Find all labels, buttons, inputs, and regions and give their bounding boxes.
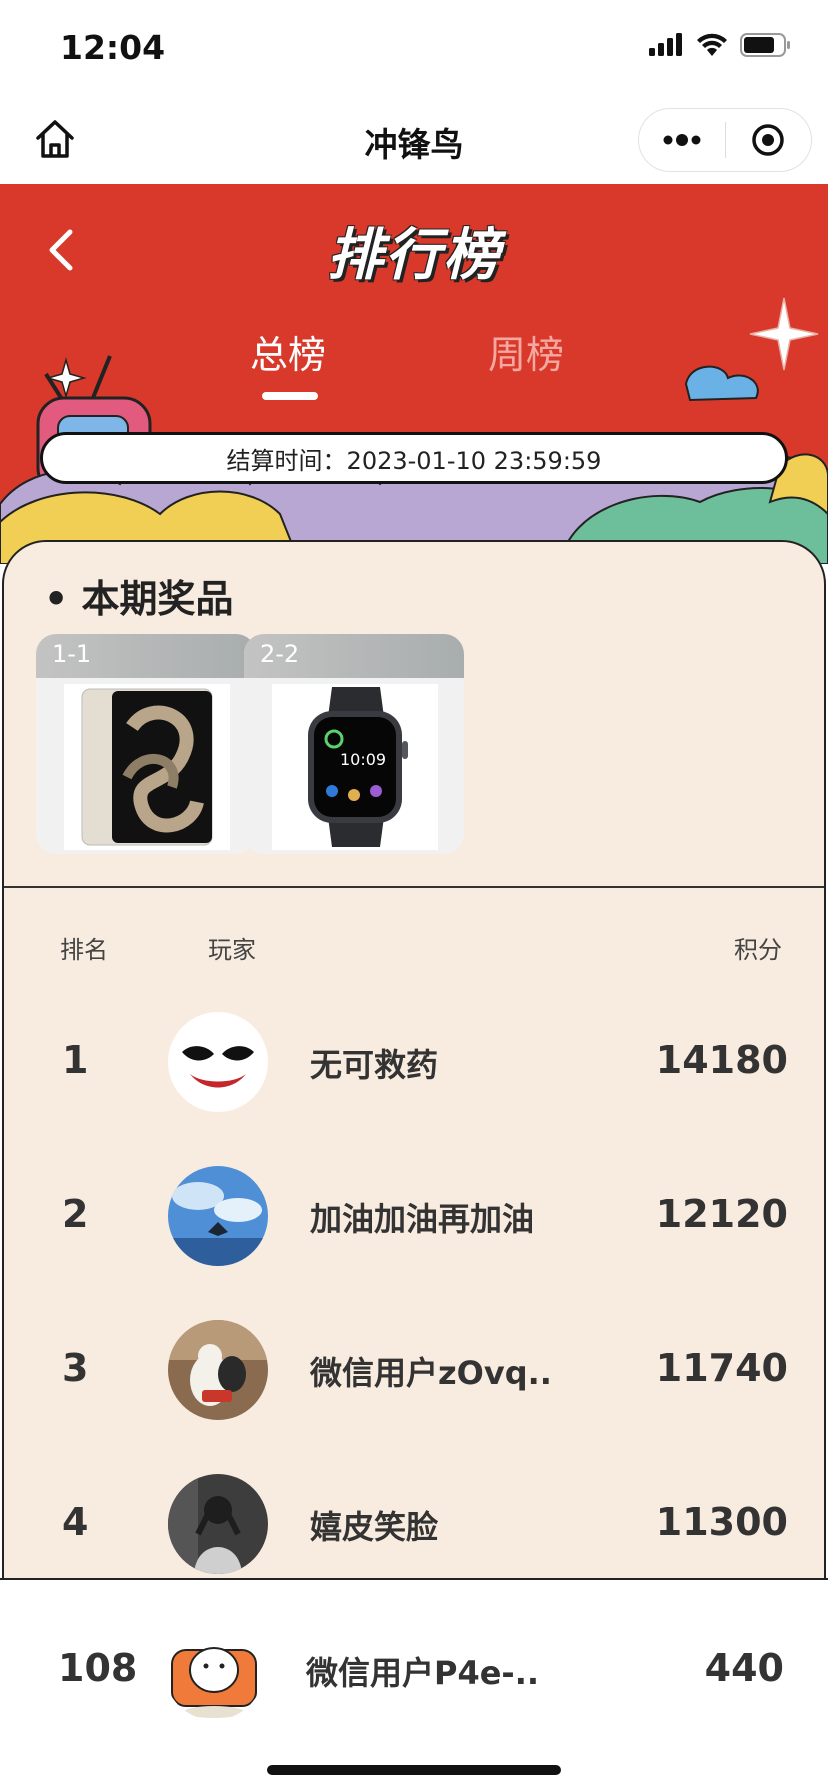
sparkle-icon <box>45 357 87 399</box>
player-score: 12120 <box>655 1192 788 1236</box>
player-score: 14180 <box>655 1038 788 1082</box>
wifi-icon <box>697 33 727 56</box>
more-dots-icon <box>663 134 701 146</box>
avatar <box>168 1166 268 1266</box>
tab-weekly[interactable]: 周榜 <box>488 324 564 379</box>
more-button[interactable] <box>639 108 725 172</box>
settlement-time: 结算时间：2023-01-10 23:59:59 <box>40 432 788 484</box>
status-bar: 12:04 <box>0 0 828 96</box>
prize-rank-label: 1-1 <box>52 640 92 668</box>
capsule-menu <box>638 108 812 172</box>
avatar-toy-image <box>168 1320 268 1420</box>
my-player-name: 微信用户P4e-.. <box>306 1654 540 1692</box>
column-header-player: 玩家 <box>208 936 256 964</box>
cellular-signal-icon <box>649 33 682 56</box>
target-close-icon <box>752 124 784 156</box>
rank-number: 4 <box>62 1500 89 1544</box>
player-name: 无可救药 <box>310 1046 439 1084</box>
rank-number: 1 <box>62 1038 89 1082</box>
my-score: 440 <box>704 1646 784 1690</box>
player-score: 11300 <box>655 1500 788 1544</box>
tab-total[interactable]: 总榜 <box>250 324 326 379</box>
prize-rank-label: 2-2 <box>260 640 300 668</box>
leaderboard-row[interactable]: 4 嬉皮笑脸 11300 <box>4 1468 824 1578</box>
prize-card-header: 2-2 <box>244 634 464 678</box>
close-mini-program-button[interactable] <box>726 108 812 172</box>
avatar-sky-image <box>168 1166 268 1266</box>
column-header-score: 积分 <box>734 936 782 964</box>
my-rank-number: 108 <box>58 1646 138 1690</box>
column-header-rank: 排名 <box>60 936 108 964</box>
tablet-icon <box>81 688 213 846</box>
status-icons <box>648 32 792 58</box>
leaderboard-row[interactable]: 1 无可救药 14180 <box>4 1006 824 1116</box>
status-time: 12:04 <box>60 28 166 67</box>
svg-text:10:09: 10:09 <box>340 750 386 769</box>
home-indicator <box>267 1765 561 1775</box>
battery-icon <box>740 33 790 57</box>
prize-card[interactable]: 1-1 <box>36 634 256 854</box>
leaderboard-row[interactable]: 2 加油加油再加油 12120 <box>4 1160 824 1270</box>
my-ranking-row[interactable]: 108 微信用户P4e-.. 440 <box>0 1578 828 1792</box>
avatar-person-image <box>168 1474 268 1574</box>
prize-card[interactable]: 2-2 10:09 <box>244 634 464 854</box>
sparkle-icon <box>749 297 819 371</box>
mini-program-nav-bar: 冲锋鸟 <box>0 96 828 184</box>
player-name: 嬉皮笑脸 <box>310 1508 439 1546</box>
avatar-joker-image <box>168 1012 268 1112</box>
prize-image <box>64 684 230 850</box>
leaderboard-title: 排行榜 <box>327 223 501 288</box>
leaderboard-row[interactable]: 3 微信用户zOvq.. 11740 <box>4 1314 824 1424</box>
prize-image: 10:09 <box>272 684 438 850</box>
avatar <box>168 1474 268 1574</box>
player-score: 11740 <box>655 1346 788 1390</box>
leaderboard-header: 排行榜 总榜 周榜 结算时间：2023-01-10 23:59:59 <box>0 184 828 564</box>
active-tab-indicator <box>262 392 318 400</box>
rank-number: 2 <box>62 1192 89 1236</box>
prizes-heading: • 本期奖品 <box>44 577 234 621</box>
leaderboard-panel: • 本期奖品 1-1 2-2 10:09 排名 玩家 积分 1 无可救药 141… <box>2 540 826 1580</box>
smartwatch-icon: 10:09 <box>308 687 408 847</box>
avatar <box>168 1320 268 1420</box>
my-avatar <box>164 1620 264 1720</box>
avatar <box>168 1012 268 1112</box>
section-divider <box>4 886 824 888</box>
player-name: 微信用户zOvq.. <box>310 1354 552 1392</box>
avatar-cartoon-image <box>164 1620 264 1720</box>
rank-number: 3 <box>62 1346 89 1390</box>
prize-card-header: 1-1 <box>36 634 256 678</box>
player-name: 加油加油再加油 <box>310 1200 535 1238</box>
